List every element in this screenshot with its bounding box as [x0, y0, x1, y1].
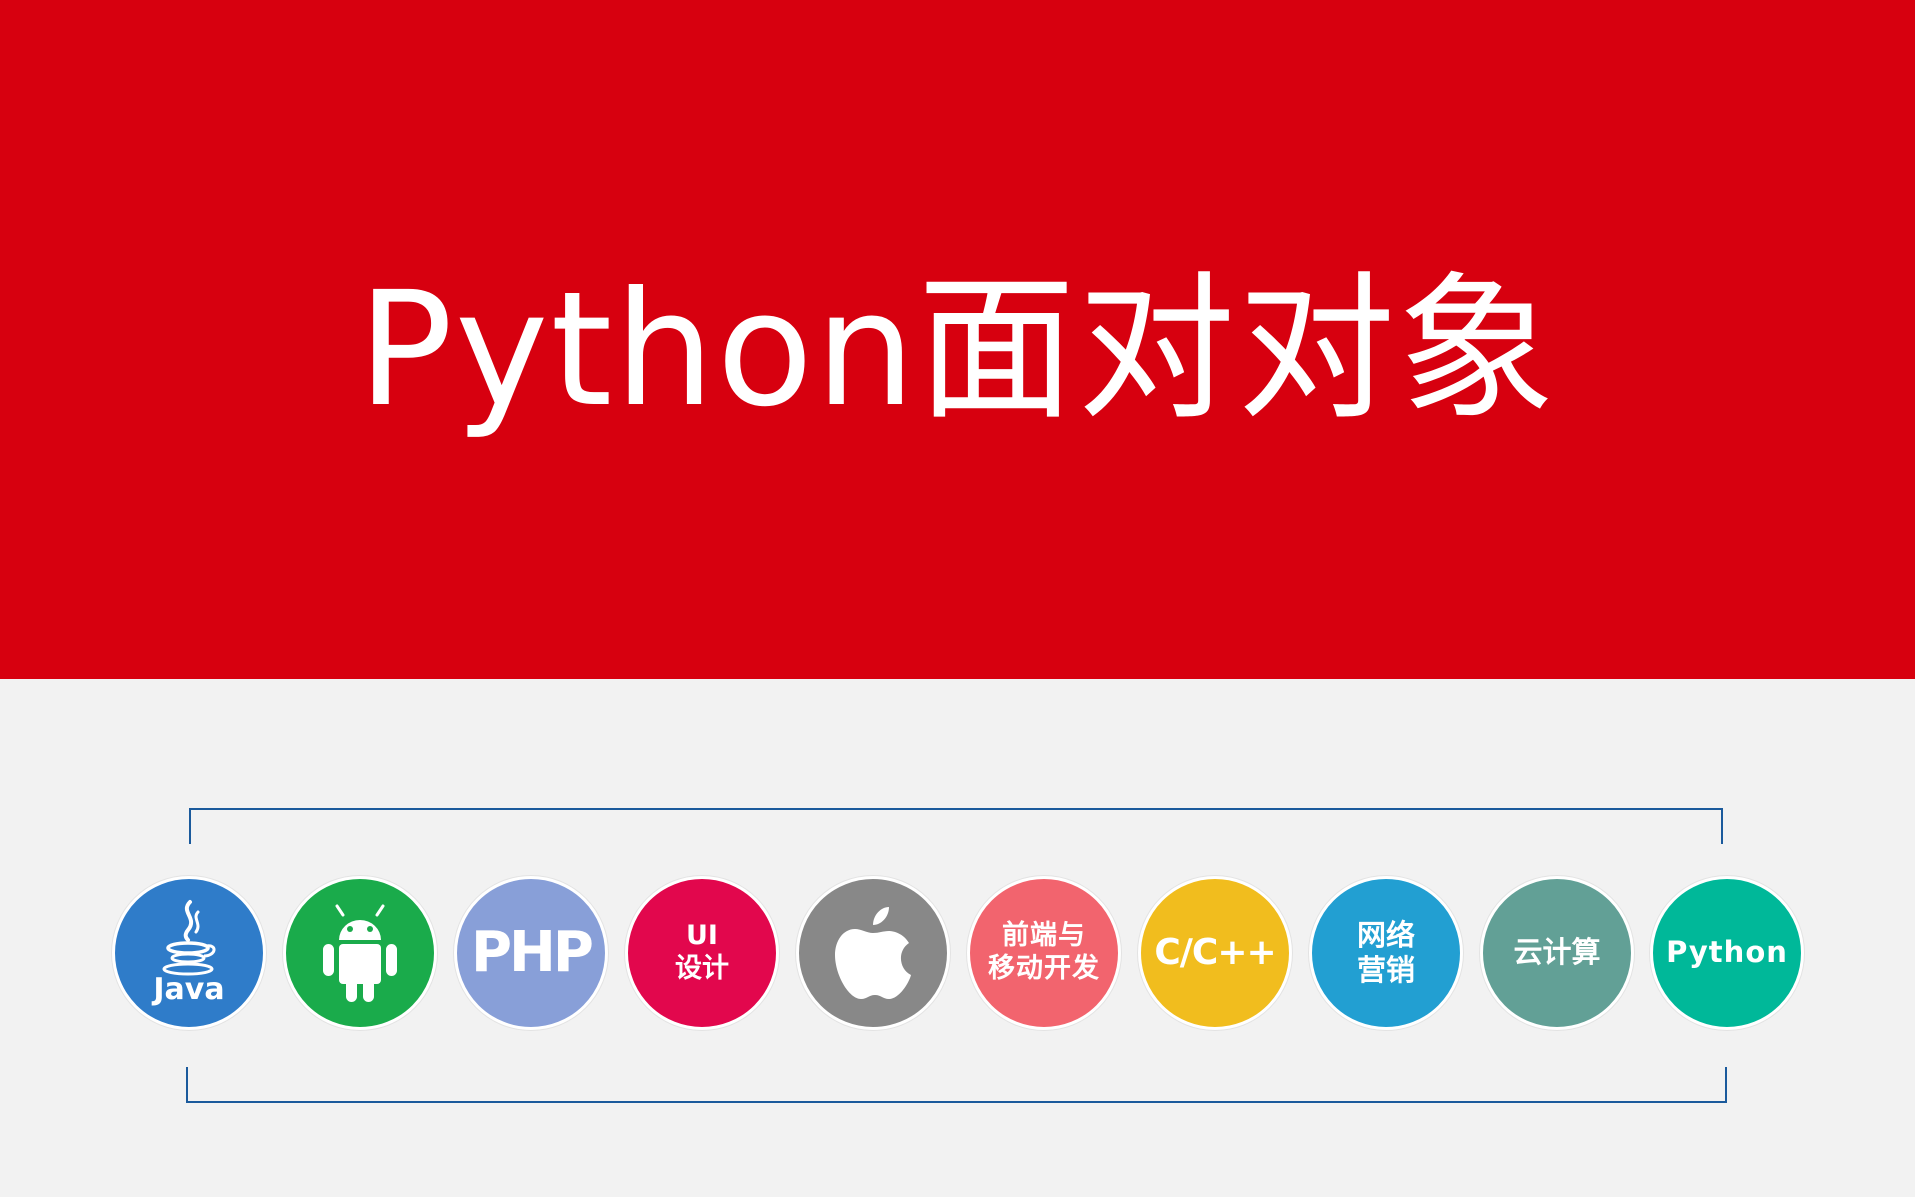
course-c-cpp-label: C/C++ [1154, 932, 1276, 974]
course-java-label: Java [153, 971, 225, 1007]
course-net-marketing-label: 网络 营销 [1356, 917, 1415, 987]
course-web-mobile-label: 前端与 移动开发 [988, 920, 1100, 984]
course-python-label: Python [1666, 935, 1788, 970]
course-cloud-label: 云计算 [1513, 935, 1601, 970]
course-android[interactable] [283, 876, 437, 1030]
course-python[interactable]: Python [1650, 876, 1804, 1030]
course-php[interactable]: PHP [454, 876, 608, 1030]
course-c-cpp[interactable]: C/C++ [1138, 876, 1292, 1030]
java-cup-icon [154, 898, 224, 978]
android-robot-icon [313, 900, 407, 1006]
course-row: Java PHP UI 设计 前端与 移动开发 C/C++ 网络 营销 云计算 … [0, 0, 1915, 1197]
course-php-label: PHP [471, 919, 594, 985]
course-ui-design-label: UI 设计 [675, 920, 729, 984]
course-ios[interactable] [796, 876, 950, 1030]
course-java[interactable]: Java [112, 876, 266, 1030]
course-ui-design[interactable]: UI 设计 [625, 876, 779, 1030]
course-cloud[interactable]: 云计算 [1480, 876, 1634, 1030]
course-net-marketing[interactable]: 网络 营销 [1309, 876, 1463, 1030]
course-web-mobile[interactable]: 前端与 移动开发 [967, 876, 1121, 1030]
apple-icon [831, 903, 915, 1003]
